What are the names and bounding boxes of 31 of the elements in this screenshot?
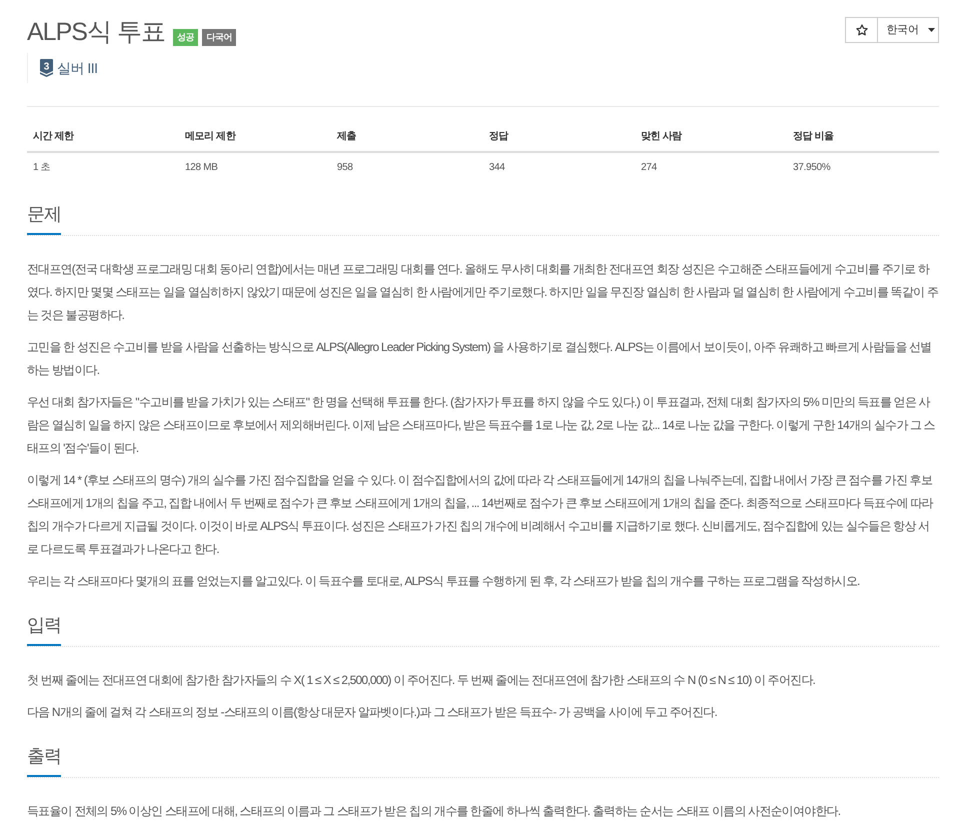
column-header: 맞힌 사람: [635, 121, 787, 152]
tier-label: 실버 III: [57, 59, 98, 77]
table-cell: 128 MB: [179, 152, 331, 182]
section-heading: 문제: [27, 201, 61, 235]
section-heading: 입력: [27, 612, 61, 646]
status-badge: 성공: [172, 29, 198, 46]
caret-icon: [928, 28, 935, 32]
paragraph: 우리는 각 스태프마다 몇개의 표를 얻었는지를 알고있다. 이 득표수를 토대로, ALPS식 투표를 수행하게 된 후, 각 스태프가 받을 칩의 개수를 구하는 프로그램을 작성하시오.: [27, 573, 861, 590]
table-cell: 37.950%: [787, 152, 939, 182]
section-heading: 출력: [27, 743, 61, 777]
column-header: 시간 제한: [27, 121, 179, 152]
table-cell: 1 초: [27, 152, 179, 182]
paragraph: 이렇게 14 * (후보 스태프의 명수) 개의 실수를 가진 점수집합을 얻을 수 있다. 이 점수집합에서의 값에 따라 각 스태프들에게 14개의 칩을 나눠주는데, 집합 내에서 가장 큰 점수를 가진 후보 스태프에게 1개의 칩을 주고, 집합 내에서 두 번째로 점수가 큰 후보 스태프에게 1개의 칩을, ... 14번째로 점수가 큰 후보 스태프에게 1개의 칩을 준다. 최종적으로 스태프마다 득표수에 따라 칩의 개수가 다르게 지급될 것이다. 이것이 바로 ALPS식 투표이다. 성진은 스태프가 가진 칩의 개수에 비례해서 수고비를 지급하기로 했다. 신비롭게도, 점수집합에 있는 실수들은 항상 서로 다르도록 투표결과가 나온다고 한다.: [27, 472, 934, 558]
table-cell: 958: [331, 152, 483, 182]
problem-title: ALPS식 투표: [27, 17, 165, 48]
column-header: 정답: [483, 121, 635, 152]
paragraph: 첫 번째 줄에는 전대프연 대회에 참가한 참가자들의 수 X( 1 ≤ X ≤ 2,500,000) 이 주어진다. 두 번째 줄에는 전대프연에 참가한 스태프의 수 N (0 ≤ N ≤ 10) 이 주어진다.: [27, 672, 816, 689]
favorite-button[interactable]: [845, 17, 878, 43]
column-header: 제출: [331, 121, 483, 152]
paragraph: 고민을 한 성진은 수고비를 받을 사람을 선출하는 방식으로 ALPS(Allegro Leader Picking System) 을 사용하기로 결심했다. ALPS는 이름에서 보이듯이, 아주 유쾌하고 빠르게 사람들을 선별하는 방법이다.: [27, 339, 932, 379]
column-header: 정답 비율: [787, 121, 939, 152]
language-dropdown[interactable]: 한국어: [878, 17, 939, 43]
paragraph: 다음 N개의 줄에 걸쳐 각 스태프의 정보 -스태프의 이름(항상 대문자 알파벳이다.)과 그 스태프가 받은 득표수- 가 공백을 사이에 두고 주어진다.: [27, 704, 718, 721]
paragraph: 우선 대회 참가자들은 "수고비를 받을 가치가 있는 스태프" 한 명을 선택해 투표를 한다. (참가자가 투표를 하지 않을 수도 있다.) 이 투표결과, 전체 대회 참가자의 5% 미만의 득표를 얻은 사람은 열심히 일을 하지 않은 스태프이므로 후보에서 제외해버린다. 이제 남은 스태프마다, 받은 득표수를 1로 나눈 값, 2로 나눈 값... 14로 나눈 값을 구한다. 이렇게 구한 14개의 실수가 그 스태프의 '점수'들이 된다.: [27, 394, 936, 457]
table-cell: 344: [483, 152, 635, 182]
table-cell: 274: [635, 152, 787, 182]
tier-icon: 3: [40, 59, 53, 77]
column-header: 메모리 제한: [179, 121, 331, 152]
paragraph: 득표율이 전체의 5% 이상인 스태프에 대해, 스태프의 이름과 그 스태프가 받은 칩의 개수를 한줄에 하나씩 출력한다. 출력하는 순서는 스태프 이름의 사전순이여야한다.: [27, 803, 842, 820]
paragraph: 전대프연(전국 대학생 프로그래밍 대회 동아리 연합)에서는 매년 프로그래밍 대회를 연다. 올해도 무사히 대회를 개최한 전대프연 회장 성진은 수고해준 스태프들에게 수고비를 주기로 하였다. 하지만 몇몇 스태프는 일을 열심히하지 않았기 때문에 성진은 일을 열심히 한 사람에게만 주기로했다. 하지만 일을 무진장 열심히 한 사람과 덜 열심히 한 사람에게 수고비를 똑같이 주는 것은 불공평하다.: [27, 261, 939, 324]
language-badge: 다국어: [202, 29, 236, 46]
